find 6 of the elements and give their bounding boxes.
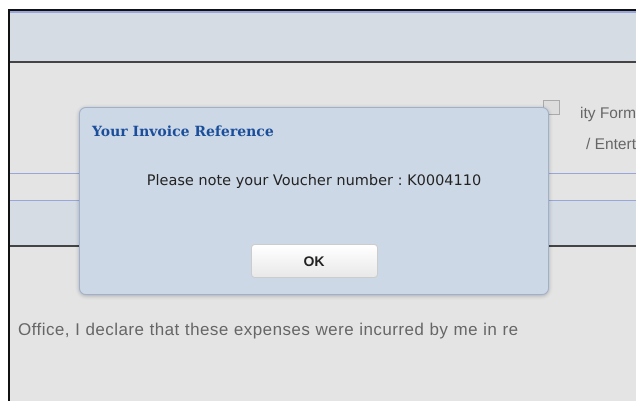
dialog-message: Please note your Voucher number : K0004110 bbox=[146, 172, 482, 191]
ok-button[interactable]: OK bbox=[250, 244, 378, 278]
declaration-text: Office, I declare that these expenses were incurred by me in re bbox=[18, 320, 518, 339]
dialog-title: Your Invoice Reference bbox=[92, 123, 275, 142]
field-label: / Entert bbox=[586, 137, 636, 153]
field-label: ity Form bbox=[580, 106, 636, 121]
